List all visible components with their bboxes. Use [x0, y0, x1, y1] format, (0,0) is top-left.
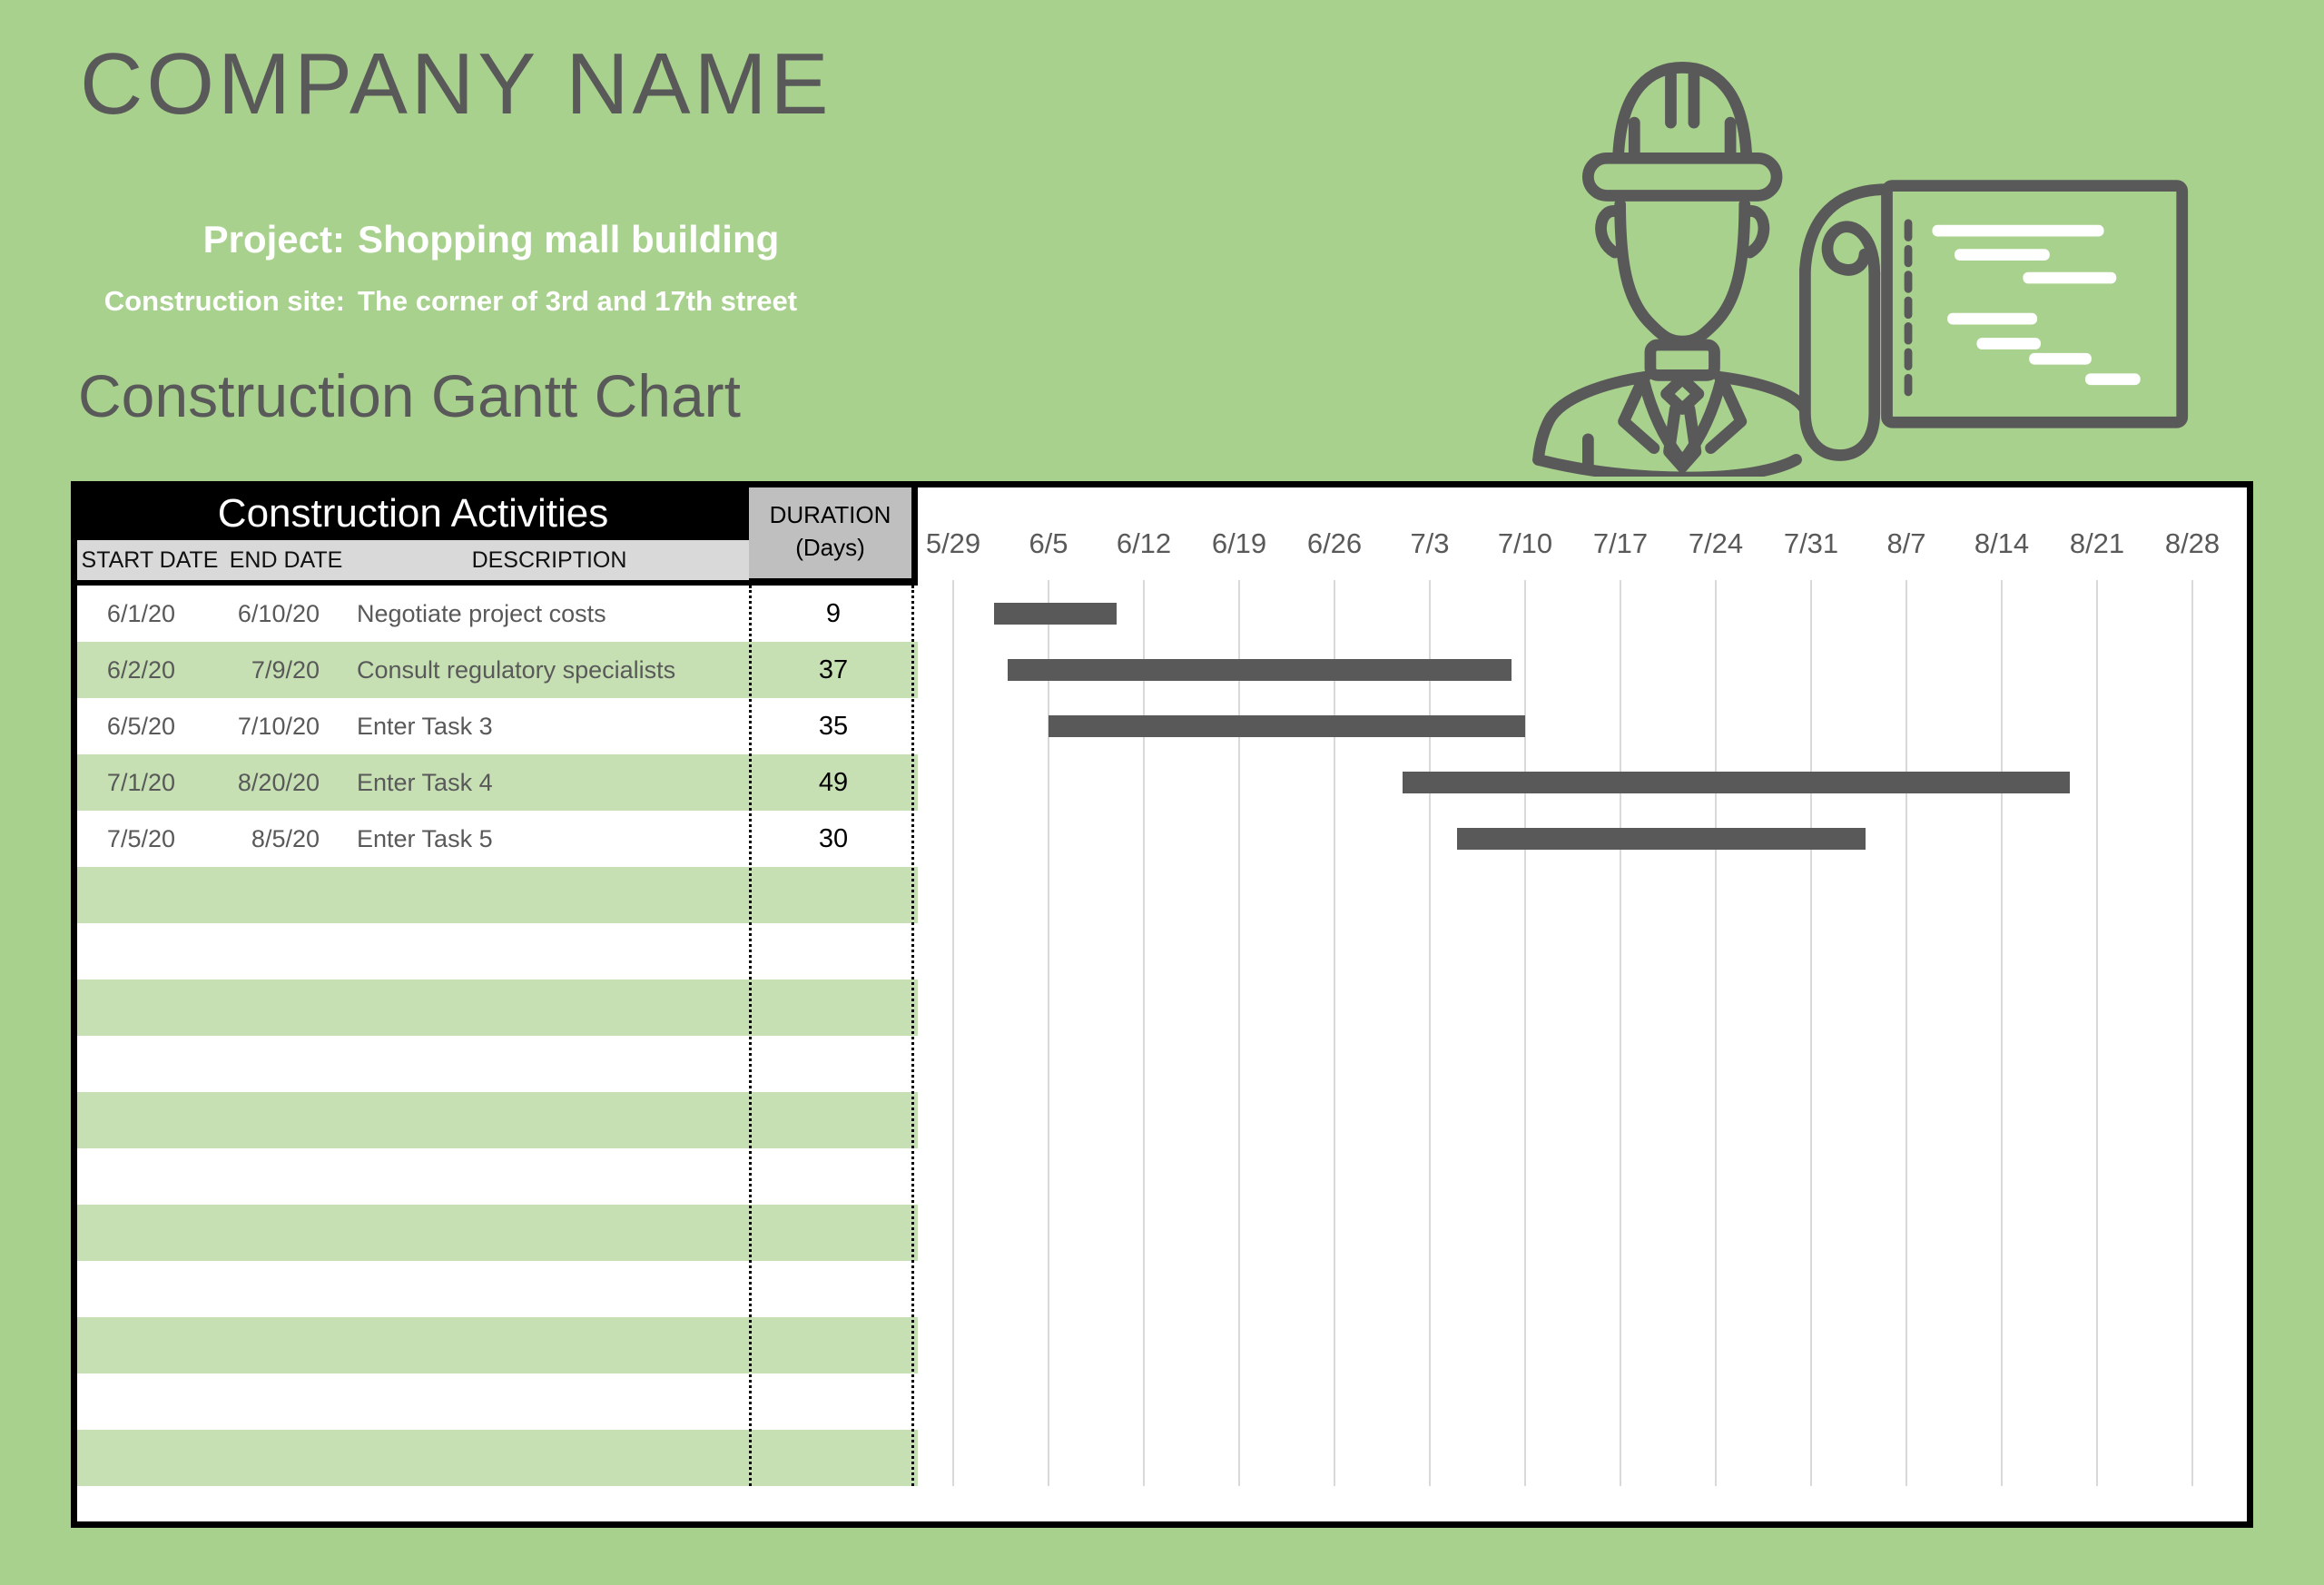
- scroll-curl-inner: [1827, 227, 1875, 274]
- hard-hat-plug: [1670, 73, 1693, 123]
- task-dur-cell: 30: [749, 824, 918, 854]
- task-row: 7/5/208/5/20Enter Task 530: [77, 811, 918, 867]
- axis-tick-label: 6/26: [1280, 527, 1389, 560]
- axis-tick-label: 7/3: [1375, 527, 1484, 560]
- axis-tick-label: 6/12: [1089, 527, 1198, 560]
- axis-tick-label: 7/31: [1757, 527, 1866, 560]
- gantt-bar: [1049, 715, 1525, 737]
- empty-row: [77, 1036, 918, 1092]
- empty-row: [77, 1430, 918, 1486]
- task-dur-cell: 35: [749, 712, 918, 742]
- empty-row: [77, 1373, 918, 1430]
- column-header-start-date: START DATE: [77, 540, 222, 580]
- gridline: [1905, 580, 1907, 1486]
- face-outline: [1620, 204, 1745, 341]
- task-end-cell: 8/20/20: [222, 769, 350, 797]
- task-row: 6/1/206/10/20Negotiate project costs9: [77, 586, 918, 642]
- gantt-template-page: COMPANY NAME Project: Shopping mall buil…: [0, 0, 2324, 1585]
- company-name: COMPANY NAME: [80, 34, 832, 134]
- empty-row: [77, 1317, 918, 1373]
- axis-tick-label: 6/19: [1185, 527, 1294, 560]
- task-desc-cell: Negotiate project costs: [350, 600, 749, 628]
- project-value: Shopping mall building: [358, 218, 779, 261]
- column-header-end-date: END DATE: [222, 540, 350, 580]
- gridline: [2096, 580, 2098, 1486]
- hard-hat-ribs: [1634, 123, 1730, 153]
- hard-hat-brim: [1588, 158, 1777, 195]
- empty-row: [77, 1148, 918, 1205]
- empty-row: [77, 1092, 918, 1148]
- blueprint-gantt-bars: [1932, 225, 2140, 385]
- tie-knot: [1667, 379, 1699, 409]
- gantt-bar: [1457, 828, 1866, 850]
- project-label: Project:: [0, 218, 345, 261]
- task-start-cell: 7/5/20: [77, 825, 222, 853]
- construction-site-label: Construction site:: [0, 285, 345, 318]
- task-end-cell: 6/10/20: [222, 600, 350, 628]
- axis-tick-label: 8/21: [2043, 527, 2152, 560]
- scroll-body: [1805, 271, 1874, 456]
- duration-header-line1: DURATION: [749, 498, 911, 531]
- task-desc-cell: Enter Task 5: [350, 825, 749, 853]
- gantt-bar: [1008, 659, 1512, 681]
- axis-tick-label: 8/14: [1947, 527, 2056, 560]
- engineer-blueprint-icon: [1502, 41, 2229, 477]
- gridline: [2191, 580, 2193, 1486]
- empty-row: [77, 1261, 918, 1317]
- task-row: 6/2/207/9/20Consult regulatory specialis…: [77, 642, 918, 698]
- task-row: 6/5/207/10/20Enter Task 335: [77, 698, 918, 754]
- gridline: [2001, 580, 2003, 1486]
- task-start-cell: 7/1/20: [77, 769, 222, 797]
- axis-tick-label: 8/28: [2138, 527, 2247, 560]
- table-title-cell: Construction Activities: [77, 487, 749, 540]
- table-title: Construction Activities: [218, 491, 608, 537]
- axis-tick-label: 8/7: [1852, 527, 1961, 560]
- empty-row: [77, 867, 918, 923]
- task-end-cell: 7/10/20: [222, 713, 350, 741]
- task-start-cell: 6/5/20: [77, 713, 222, 741]
- task-dur-cell: 37: [749, 655, 918, 685]
- gantt-bar: [994, 603, 1117, 625]
- task-table-body: 6/1/206/10/20Negotiate project costs96/2…: [77, 586, 918, 1486]
- axis-tick-label: 7/10: [1471, 527, 1580, 560]
- duration-column-dotted-border-left: [749, 586, 752, 1486]
- task-desc-cell: Enter Task 4: [350, 769, 749, 797]
- table-column-headers: START DATE END DATE DESCRIPTION: [77, 540, 749, 580]
- duration-header-line2: (Days): [749, 531, 911, 564]
- construction-site-value: The corner of 3rd and 17th street: [358, 285, 797, 318]
- axis-tick-label: 7/17: [1566, 527, 1675, 560]
- empty-row: [77, 923, 918, 980]
- task-dur-cell: 9: [749, 599, 918, 629]
- task-start-cell: 6/2/20: [77, 656, 222, 684]
- task-dur-cell: 49: [749, 768, 918, 798]
- gridline: [952, 580, 954, 1486]
- task-end-cell: 7/9/20: [222, 656, 350, 684]
- gridline: [1810, 580, 1812, 1486]
- construction-site-line: Construction site: The corner of 3rd and…: [0, 285, 797, 318]
- axis-tick-label: 6/5: [994, 527, 1103, 560]
- task-desc-cell: Enter Task 3: [350, 713, 749, 741]
- gantt-frame: Construction Activities DURATION (Days) …: [71, 481, 2253, 1528]
- collar: [1650, 345, 1715, 375]
- gridline: [1620, 580, 1621, 1486]
- empty-row: [77, 1205, 918, 1261]
- task-desc-cell: Consult regulatory specialists: [350, 656, 749, 684]
- task-end-cell: 8/5/20: [222, 825, 350, 853]
- duration-header-cell: DURATION (Days): [749, 487, 918, 584]
- bust-bottom: [1539, 459, 1797, 477]
- task-row: 7/1/208/20/20Enter Task 449: [77, 754, 918, 811]
- column-header-description: DESCRIPTION: [350, 540, 749, 580]
- gantt-bar: [1403, 772, 2070, 793]
- blueprint-sheet: [1887, 186, 2182, 423]
- axis-tick-label: 5/29: [899, 527, 1008, 560]
- empty-row: [77, 980, 918, 1036]
- page-title: Construction Gantt Chart: [78, 361, 741, 430]
- task-start-cell: 6/1/20: [77, 600, 222, 628]
- axis-tick-label: 7/24: [1661, 527, 1770, 560]
- project-line: Project: Shopping mall building: [0, 218, 779, 261]
- gridline: [1715, 580, 1717, 1486]
- duration-column-dotted-border-right: [911, 586, 914, 1486]
- gantt-chart-area: 5/296/56/126/196/267/37/107/177/247/318/…: [918, 487, 2247, 1521]
